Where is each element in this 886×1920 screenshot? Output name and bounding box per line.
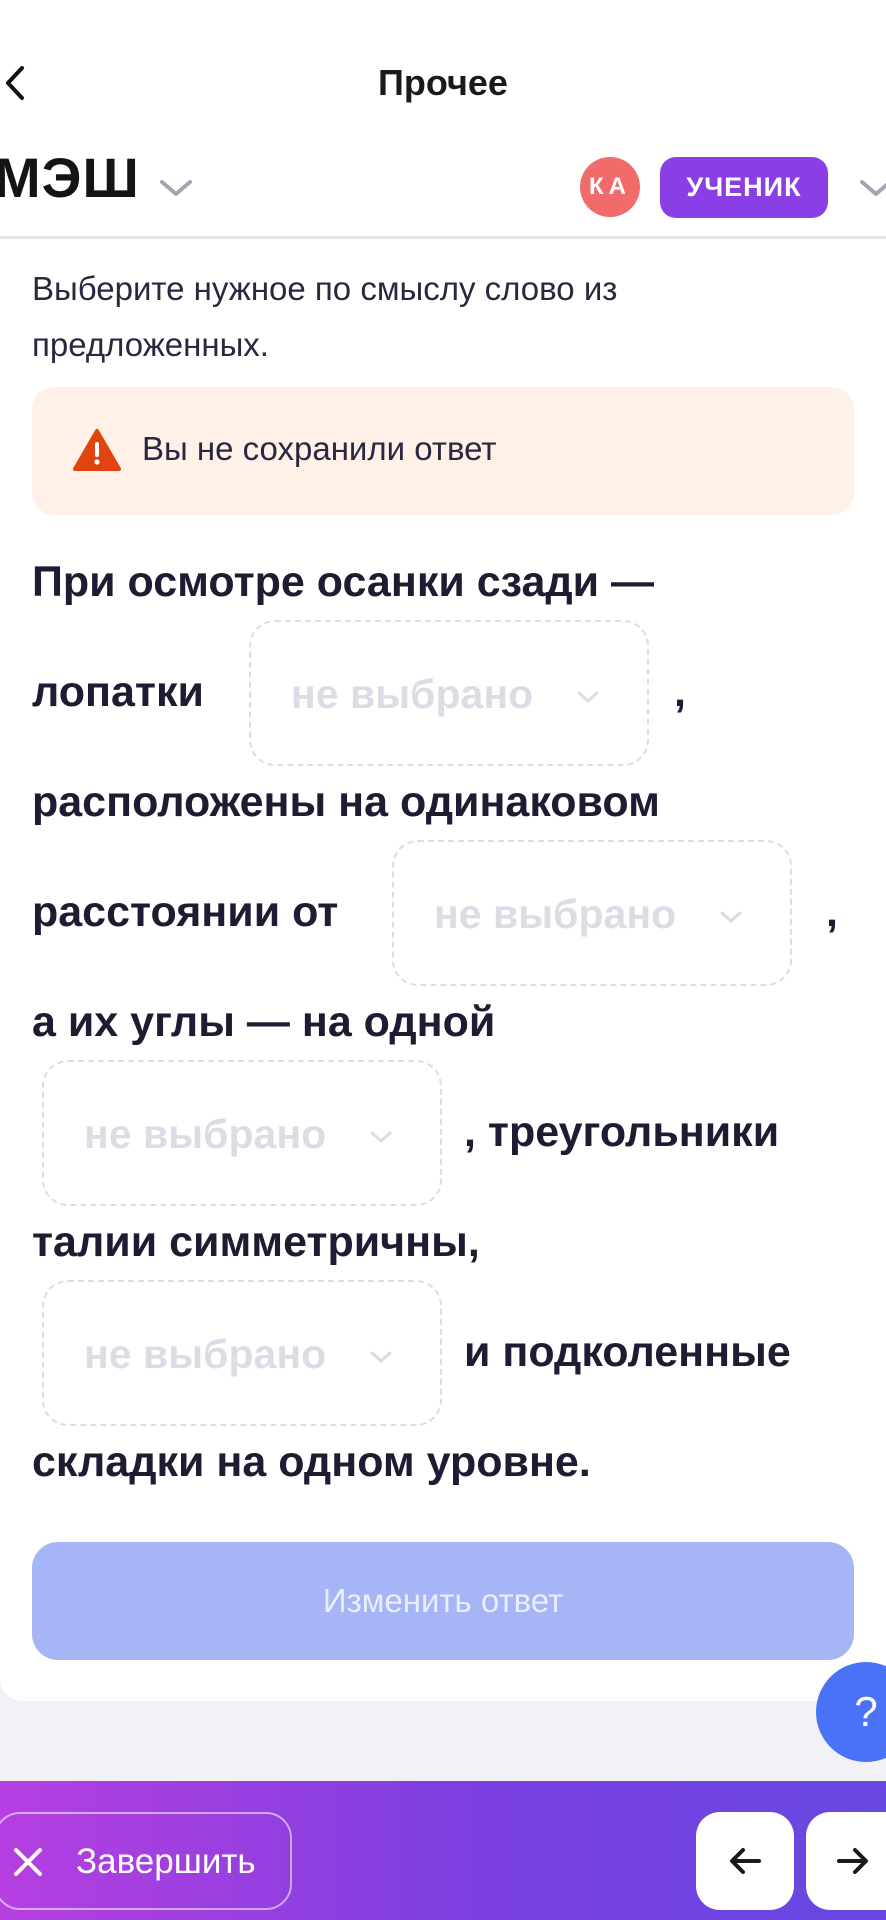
finish-button[interactable]: Завершить <box>0 1812 292 1910</box>
task-text-comma: , <box>674 668 686 716</box>
task-text-comma: , <box>826 888 838 936</box>
avatar[interactable]: КА <box>580 157 640 217</box>
chevron-down-icon <box>370 1351 392 1363</box>
dropdown-placeholder: не выбрано <box>291 671 534 717</box>
finish-label: Завершить <box>76 1842 256 1881</box>
task-text-line: расстоянии от <box>32 888 339 936</box>
chevron-down-icon <box>720 911 742 923</box>
dropdown-placeholder: не выбрано <box>84 1331 327 1377</box>
task-text-line: лопатки <box>32 668 204 716</box>
role-badge[interactable]: УЧЕНИК <box>660 157 828 218</box>
warning-text: Вы не сохранили ответ <box>142 430 497 467</box>
chevron-down-icon <box>160 180 192 196</box>
answer-dropdown-3[interactable]: не выбрано <box>42 1060 442 1206</box>
dropdown-placeholder: не выбрано <box>434 891 677 937</box>
task-text-line: и подколенные <box>464 1328 791 1376</box>
task-text-line: талии симметричны, <box>32 1218 480 1266</box>
dropdown-placeholder: не выбрано <box>84 1111 327 1157</box>
arrow-right-icon <box>837 1848 868 1874</box>
profile-menu-toggle[interactable] <box>856 172 886 202</box>
next-button[interactable] <box>806 1812 886 1910</box>
top-header: Прочее МЭШ КА УЧЕНИК <box>0 0 886 240</box>
task-text-line: При осмотре осанки сзади — <box>32 558 655 606</box>
page-title: Прочее <box>378 62 508 103</box>
task-instruction: Выберите нужное по смыслу слово из предл… <box>32 270 618 363</box>
task-text-line: , треугольники <box>464 1108 780 1156</box>
task-text-line: складки на одном уровне. <box>32 1438 591 1486</box>
answer-dropdown-2[interactable]: не выбрано <box>392 840 792 986</box>
close-icon <box>14 1848 42 1876</box>
app-logo[interactable]: МЭШ <box>0 150 140 206</box>
app-menu-toggle[interactable] <box>156 172 196 202</box>
task-text-line: а их углы — на одной <box>32 998 496 1046</box>
chevron-down-icon <box>577 691 599 703</box>
change-answer-button[interactable]: Изменить ответ <box>32 1542 854 1660</box>
answer-dropdown-4[interactable]: не выбрано <box>42 1280 442 1426</box>
warning-icon <box>73 429 121 471</box>
chevron-down-icon <box>370 1131 392 1143</box>
chevron-down-icon <box>860 180 886 196</box>
previous-button[interactable] <box>696 1812 794 1910</box>
arrow-left-icon <box>730 1848 761 1874</box>
answer-dropdown-1[interactable]: не выбрано <box>249 620 649 766</box>
task-text-line: расположены на одинаковом <box>32 778 660 826</box>
